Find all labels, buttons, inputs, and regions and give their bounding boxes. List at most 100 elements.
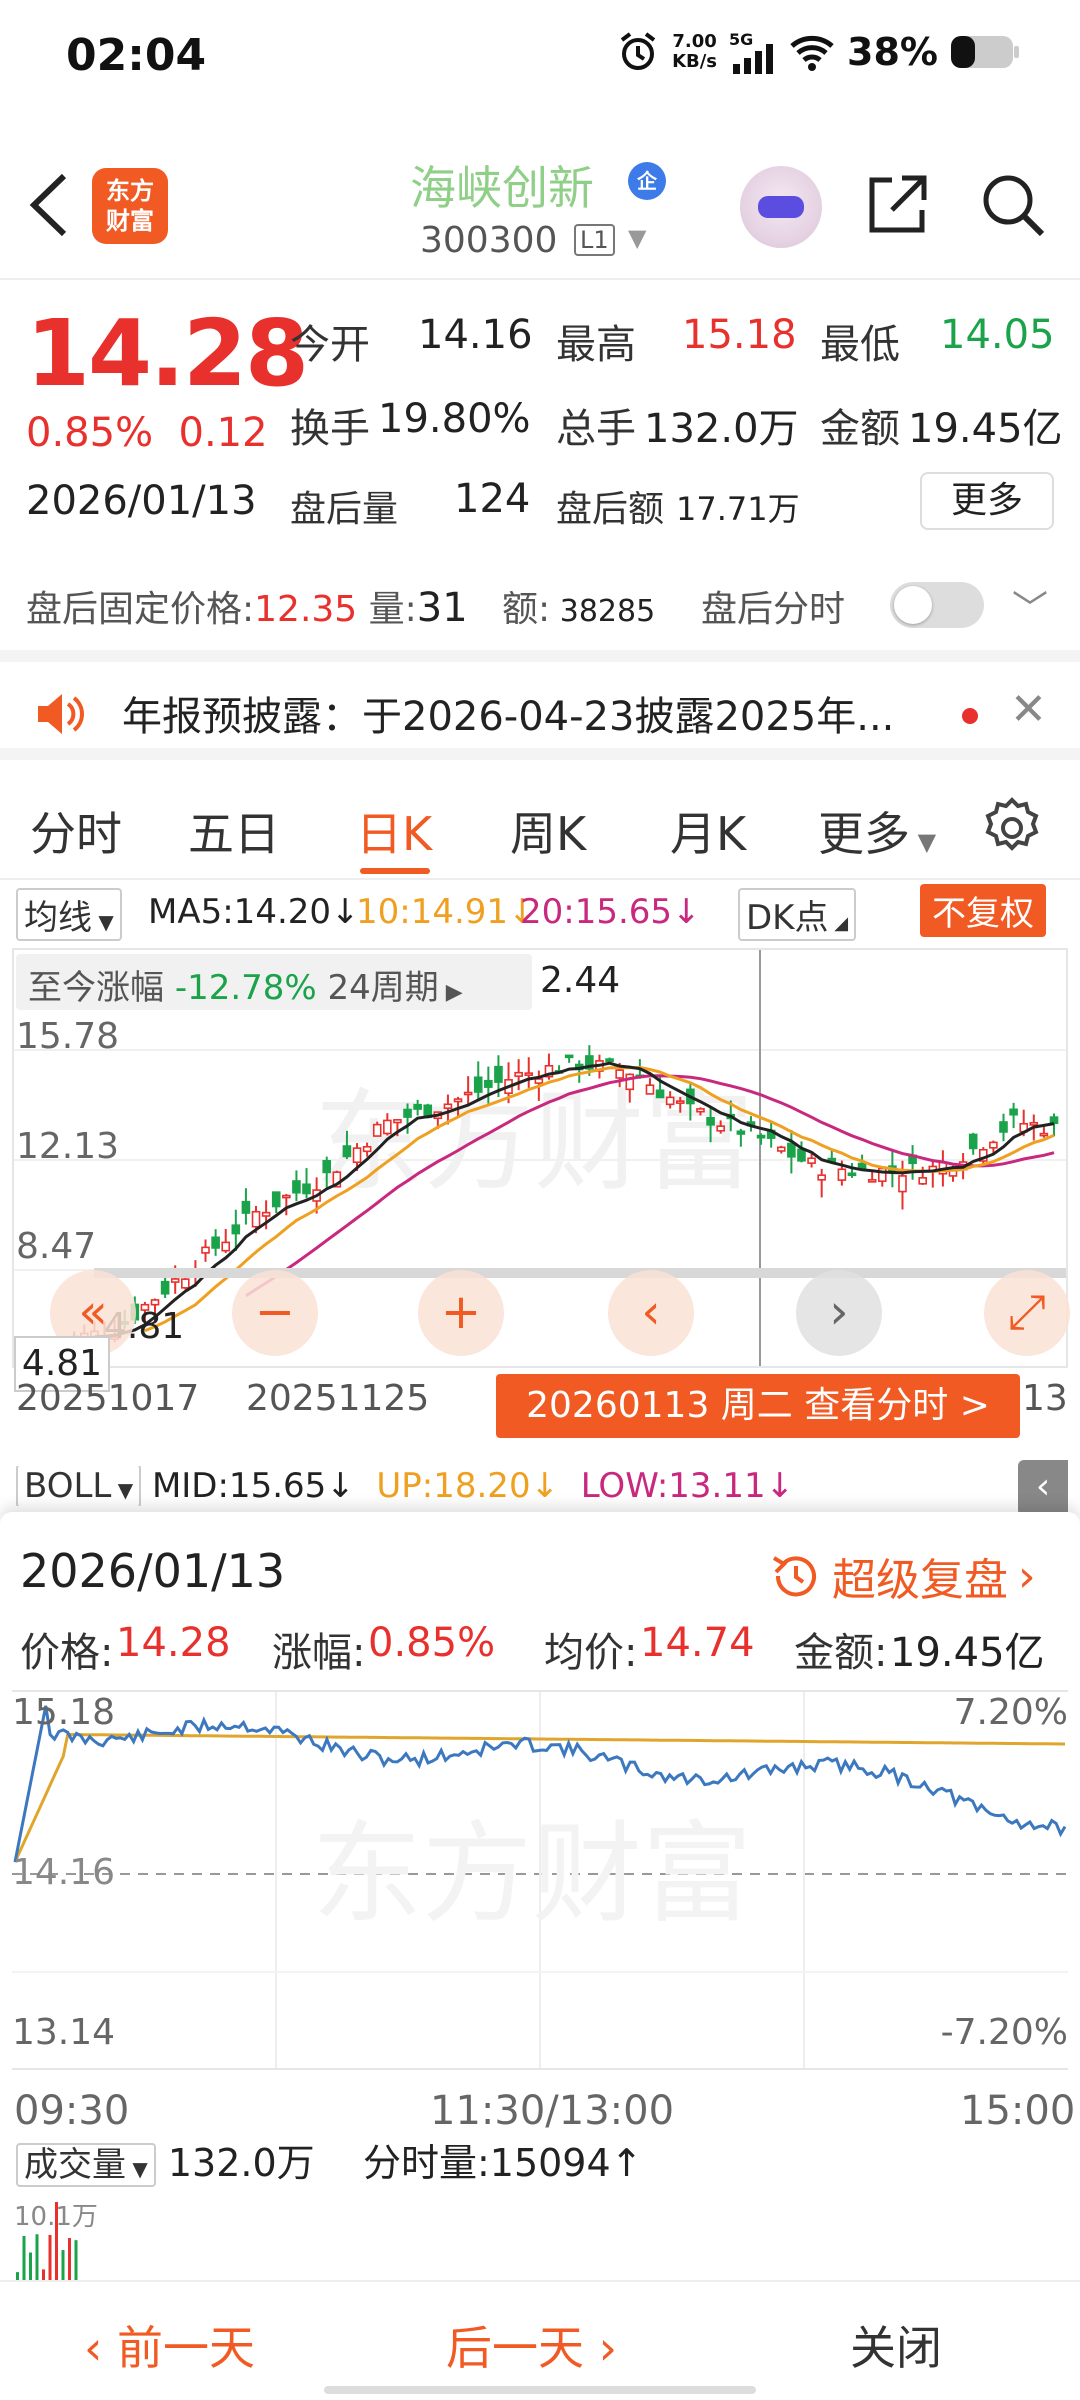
candle-body — [383, 1119, 392, 1135]
close-button[interactable]: 关闭 — [850, 2312, 942, 2378]
boll-select[interactable]: BOLL ▼ — [16, 1466, 142, 1506]
app-logo[interactable]: 东方 财富 — [92, 168, 168, 244]
high-tag: 2.44 — [540, 960, 621, 1001]
ma20-value: 20:15.65↓ — [520, 892, 701, 932]
candle-body — [564, 1054, 574, 1059]
caret-down-icon[interactable]: ▼ — [628, 224, 646, 252]
candle-body — [231, 1224, 241, 1235]
candle-body — [645, 1084, 655, 1095]
move-right-button[interactable]: › — [796, 1270, 882, 1356]
candle-body — [413, 1103, 422, 1110]
tab-monthly-k[interactable]: 月K — [670, 798, 746, 864]
after-hours-toggle[interactable] — [890, 582, 984, 628]
volume-select[interactable]: 成交量 ▼ — [16, 2143, 156, 2187]
chevron-left-icon — [29, 173, 67, 237]
candle-body — [968, 1133, 978, 1150]
low-value: 14.05 — [940, 312, 1055, 358]
level-badge: L1 — [574, 224, 615, 256]
ai-assistant-avatar[interactable] — [740, 166, 822, 248]
notice-bar[interactable]: 年报预披露：于2026-04-23披露2025年... ✕ — [0, 650, 1080, 760]
minute-pct-top: 7.20% — [953, 1692, 1068, 1733]
minute-y-mid: 14.16 — [12, 1852, 116, 1893]
tab-intraday[interactable]: 分时 — [30, 798, 122, 864]
share-icon[interactable] — [862, 170, 932, 240]
candle-body — [484, 1079, 493, 1088]
candle-body — [736, 1130, 746, 1135]
zoom-in-button[interactable]: + — [418, 1270, 504, 1356]
battery-icon — [951, 36, 1019, 68]
candle-body — [787, 1142, 796, 1158]
candle-body — [817, 1174, 826, 1181]
y-label-1: 15.78 — [16, 1016, 120, 1057]
minute-y-bottom: 13.14 — [12, 2012, 116, 2053]
range-change-box[interactable]: 至今涨幅 -12.78% 24周期 ▶ — [16, 954, 532, 1010]
ma10-value: 10:14.91↓ — [356, 892, 537, 932]
active-tab-indicator — [360, 868, 430, 874]
tab-more[interactable]: 更多 ▼ — [818, 798, 936, 864]
tab-five-day[interactable]: 五日 — [188, 798, 280, 864]
indicator-select[interactable]: 均线 ▼ — [16, 888, 122, 941]
candle-body — [837, 1168, 847, 1181]
stock-name[interactable]: 海峡创新 — [410, 152, 594, 218]
candle-body — [322, 1159, 332, 1174]
status-icons: 7.00 KB/s 5G 38% — [616, 30, 1020, 74]
open-value: 14.16 — [418, 312, 533, 358]
y-label-3: 8.47 — [16, 1226, 97, 1267]
home-indicator — [324, 2386, 756, 2394]
more-button[interactable]: 更多 — [920, 472, 1054, 530]
panel-date: 2026/01/13 — [20, 1544, 286, 1598]
candle-body — [605, 1058, 614, 1063]
speaker-icon — [38, 694, 84, 734]
fullscreen-button[interactable]: ⤢ — [984, 1270, 1070, 1356]
intraday-panel: 2026/01/13 超级复盘 › 价格: 14.28 涨幅: 0.85% 均价: 14… — [0, 1512, 1080, 2400]
dk-point-select[interactable]: DK点 ◢ — [738, 888, 857, 941]
after-hours-row: 盘后固定价格:12.35 量:31 额: 38285 盘后分时 — [26, 585, 845, 631]
amount-label: 金额 — [820, 406, 900, 452]
side-panel-toggle[interactable]: ‹ — [1018, 1460, 1068, 1516]
candle-body — [867, 1179, 877, 1183]
candle-body — [706, 1116, 715, 1126]
candle-body — [241, 1200, 251, 1214]
cellular-signal-icon: 5G — [729, 30, 777, 74]
chevron-down-icon[interactable]: ﹀ — [1012, 580, 1048, 632]
tab-weekly-k[interactable]: 周K — [510, 798, 586, 864]
candle-body — [675, 1100, 685, 1104]
next-day-button[interactable]: 后一天 › — [446, 2312, 617, 2378]
close-icon[interactable]: ✕ — [1010, 684, 1047, 735]
after-amount-value: 17.71万 — [676, 490, 800, 528]
boll-row: BOLL ▼ MID:15.65↓ UP:18.20↓ LOW:13.11↓ — [16, 1466, 794, 1506]
kline-chart[interactable]: 东方财富 15.78 12.13 8.47 2.44 4.81 — [12, 948, 1068, 1368]
after-volume-value: 124 — [454, 476, 531, 522]
intraday-chart[interactable]: 东方财富 15.18 14.16 13.14 7.20% -7.20% — [12, 1690, 1068, 2070]
after-amount-label: 盘后额 — [556, 489, 665, 530]
tab-daily-k[interactable]: 日K — [356, 798, 432, 864]
candle-body — [473, 1076, 483, 1093]
candle-body — [372, 1123, 382, 1137]
candle-body — [1039, 1132, 1049, 1137]
super-replay-button[interactable]: 超级复盘 › — [770, 1544, 1036, 1608]
candle-body — [251, 1210, 261, 1228]
gear-icon[interactable] — [980, 796, 1044, 860]
prev-day-button[interactable]: ‹ 前一天 — [84, 2312, 255, 2378]
search-icon[interactable] — [978, 170, 1048, 240]
candle-body — [181, 1278, 190, 1289]
candle-body — [443, 1103, 453, 1109]
back-button[interactable] — [26, 170, 76, 250]
zoom-out-button[interactable]: − — [232, 1270, 318, 1356]
candle-body — [756, 1134, 766, 1139]
time-mid: 11:30/13:00 — [430, 2088, 675, 2134]
candle-body — [696, 1108, 705, 1113]
volume-label: 总手 — [556, 406, 636, 452]
turnover-label: 换手 — [290, 406, 370, 452]
net-speed: 7.00 KB/s — [672, 31, 718, 72]
turnover-value: 19.80% — [378, 396, 531, 442]
volume-row: 成交量 ▼ 132.0万 分时量:15094↑ — [16, 2132, 1066, 2187]
ma-legend-row: 均线 ▼ MA5:14.20↓ 10:14.91↓ 20:15.65↓ DK点 … — [0, 884, 1080, 942]
move-left-button[interactable]: ‹ — [608, 1270, 694, 1356]
view-intraday-banner[interactable]: 20260113 周二 查看分时 > — [496, 1374, 1020, 1438]
unread-dot — [962, 708, 978, 724]
candle-body — [393, 1119, 402, 1124]
adjust-type-button[interactable]: 不复权 — [920, 884, 1046, 937]
svg-text:东方财富: 东方财富 — [312, 1813, 752, 1936]
stock-code[interactable]: 300300 — [420, 220, 557, 261]
